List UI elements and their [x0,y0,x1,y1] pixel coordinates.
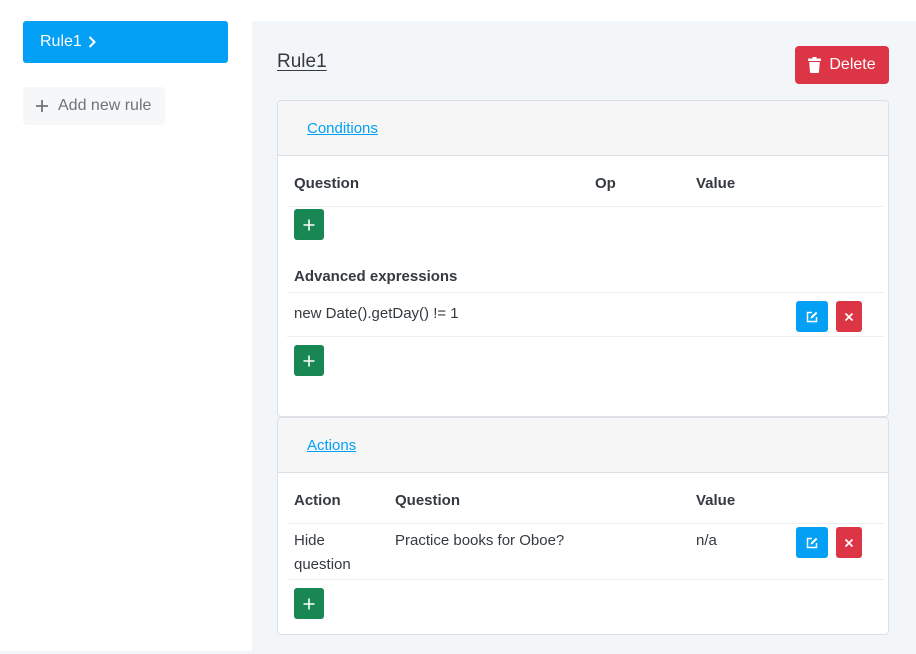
plus-icon [303,355,315,366]
rule-detail-panel: Rule1 Delete Conditions Question Op Valu… [252,21,916,651]
actions-table-header: Action Question Value [287,492,884,524]
remove-expression-button[interactable] [836,301,862,332]
actions-link[interactable]: Actions [307,437,356,454]
advanced-expression-text: new Date().getDay() != 1 [294,305,459,322]
value-cell: n/a [696,532,717,549]
rule-title: Rule1 [277,51,327,72]
sidebar-item-rule1[interactable]: Rule1 [23,21,228,63]
conditions-card-header: Conditions [278,101,888,156]
actions-card-header: Actions [278,418,888,473]
delete-rule-button[interactable]: Delete [795,46,889,84]
chevron-right-icon [88,36,96,48]
column-header-value: Value [696,175,736,192]
column-header-value: Value [696,492,736,509]
sidebar: Rule1 Add new rule [0,0,252,651]
trash-icon [808,57,822,73]
column-header-action: Action [294,492,341,509]
add-action-button[interactable] [294,588,324,619]
close-icon [844,538,854,547]
remove-action-button[interactable] [836,527,862,558]
edit-expression-button[interactable] [796,301,828,332]
column-header-question: Question [395,492,461,509]
divider [287,292,884,293]
delete-label: Delete [829,56,876,73]
column-header-question: Question [294,175,360,192]
conditions-table-header: Question Op Value [287,175,884,207]
add-expression-button[interactable] [294,345,324,376]
add-rule-label: Add new rule [58,97,152,114]
action-cell: Hide question [294,532,351,573]
rule-item-label: Rule1 [40,33,82,50]
conditions-card: Conditions Question Op Value Advanced ex… [277,100,889,417]
conditions-link[interactable]: Conditions [307,120,378,137]
divider [287,579,884,580]
divider [287,336,884,337]
plus-icon [36,100,48,112]
add-new-rule-button[interactable]: Add new rule [23,87,165,125]
edit-icon [806,537,818,548]
add-condition-button[interactable] [294,209,324,240]
plus-icon [303,219,315,230]
edit-action-button[interactable] [796,527,828,558]
column-header-op: Op [595,175,616,192]
question-cell: Practice books for Oboe? [395,532,565,549]
plus-icon [303,598,315,609]
actions-card: Actions Action Question Value Hide quest… [277,417,889,635]
edit-icon [806,311,818,322]
close-icon [844,312,854,321]
advanced-expressions-title: Advanced expressions [294,268,458,285]
rules-editor-page: Rule1 Add new rule Rule1 Delete Conditio… [0,0,916,654]
